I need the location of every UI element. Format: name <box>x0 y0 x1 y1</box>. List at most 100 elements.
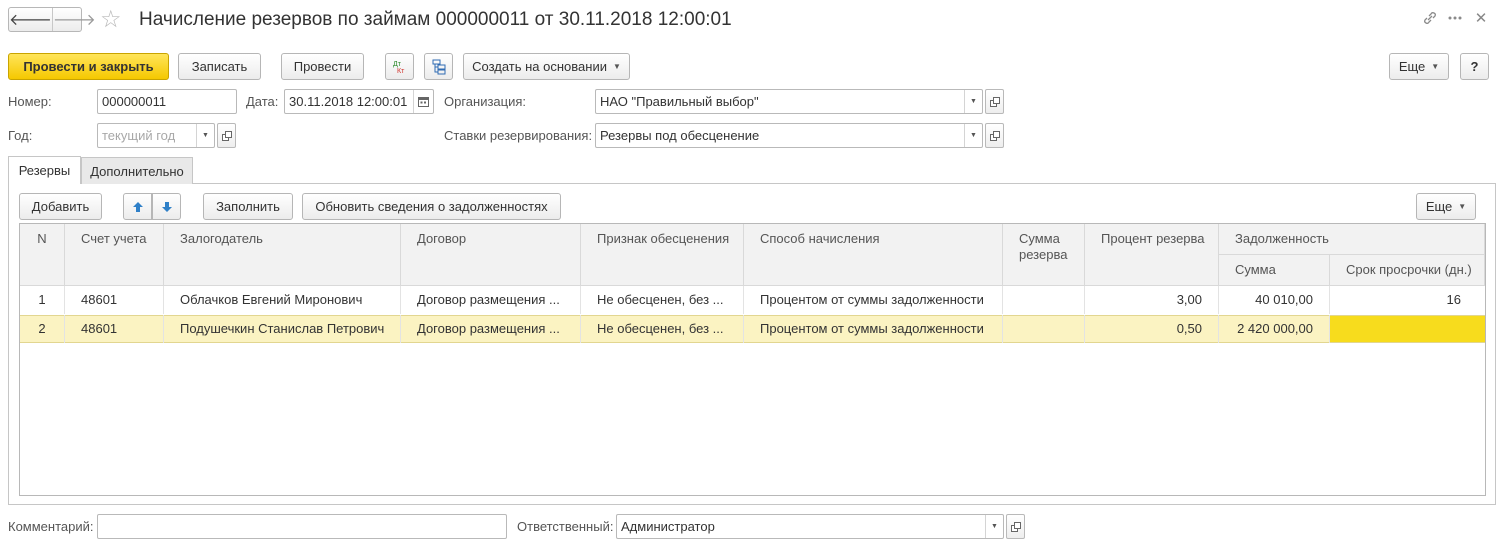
year-field[interactable]: текущий год ▼ <box>97 123 215 148</box>
chevron-down-icon[interactable]: ▼ <box>964 124 982 147</box>
chevron-down-icon[interactable]: ▼ <box>196 124 214 147</box>
more-dots-icon[interactable] <box>1445 8 1465 28</box>
table-more-label: Еще <box>1425 199 1453 214</box>
structure-button[interactable] <box>424 53 453 80</box>
rates-field[interactable]: Резервы под обесценение ▼ <box>595 123 983 148</box>
chevron-down-icon[interactable]: ▼ <box>985 515 1003 538</box>
header-debt[interactable]: Задолженность <box>1219 224 1485 255</box>
organization-field[interactable]: НАО "Правильный выбор" ▼ <box>595 89 983 114</box>
chevron-down-icon: ▼ <box>1458 202 1467 211</box>
header-contract[interactable]: Договор <box>401 224 581 286</box>
arrow-right-icon: 🡒 <box>52 12 96 29</box>
add-button[interactable]: Добавить <box>19 193 102 220</box>
open-organization-button[interactable] <box>985 89 1004 114</box>
open-icon <box>221 130 232 141</box>
cell-contract: Договор размещения ... <box>401 286 581 314</box>
number-field[interactable]: 000000011 <box>97 89 237 114</box>
open-icon <box>1010 521 1021 532</box>
chevron-down-icon: ▼ <box>1431 62 1440 71</box>
close-icon[interactable]: ✕ <box>1471 8 1491 28</box>
post-and-close-button[interactable]: Провести и закрыть <box>8 53 169 80</box>
update-debts-button[interactable]: Обновить сведения о задолженностях <box>302 193 561 220</box>
link-icon[interactable] <box>1420 8 1440 28</box>
cell-debt-sum: 2 420 000,00 <box>1219 315 1330 343</box>
header-method[interactable]: Способ начисления <box>744 224 1003 286</box>
header-reserve-pct[interactable]: Процент резерва <box>1085 224 1219 286</box>
comment-field[interactable] <box>97 514 507 539</box>
cell-overdue-active[interactable] <box>1330 316 1485 342</box>
cell-debt-sum: 40 010,00 <box>1219 286 1330 314</box>
header-debt-sum[interactable]: Сумма <box>1219 255 1330 286</box>
responsible-field[interactable]: Администратор ▼ <box>616 514 1004 539</box>
header-account[interactable]: Счет учета <box>65 224 164 286</box>
organization-value: НАО "Правильный выбор" <box>600 94 759 109</box>
arrow-left-icon: 🡐 <box>9 12 52 29</box>
cell-overdue: 16 <box>1446 292 1461 307</box>
cell-reserve-sum <box>1003 286 1085 314</box>
create-based-on-label: Создать на основании <box>472 59 607 74</box>
svg-text:Кт: Кт <box>397 68 405 75</box>
organization-label: Организация: <box>444 94 527 109</box>
structure-icon <box>432 59 445 74</box>
cell-pledger: Облачков Евгений Миронович <box>164 286 401 314</box>
open-year-button[interactable] <box>217 123 236 148</box>
responsible-value: Администратор <box>621 519 715 534</box>
tab-additional[interactable]: Дополнительно <box>81 157 193 184</box>
move-up-button[interactable] <box>123 193 152 220</box>
cell-contract: Договор размещения ... <box>401 315 581 343</box>
back-button[interactable]: 🡐 <box>9 8 52 31</box>
forward-button[interactable]: 🡒 <box>51 8 96 31</box>
reserves-table[interactable]: N Счет учета Залогодатель Договор Призна… <box>19 223 1486 496</box>
cell-account: 48601 <box>65 286 164 314</box>
chevron-down-icon: ▼ <box>612 62 621 71</box>
comment-label: Комментарий: <box>8 519 94 534</box>
cell-method: Процентом от суммы задолженности <box>744 286 1003 314</box>
post-button[interactable]: Провести <box>281 53 364 80</box>
open-icon <box>989 96 1000 107</box>
save-button[interactable]: Записать <box>178 53 261 80</box>
dt-kt-icon: ДтКт <box>393 61 405 75</box>
header-impairment[interactable]: Признак обесценения <box>581 224 744 286</box>
arrow-down-icon <box>161 201 172 212</box>
responsible-label: Ответственный: <box>517 519 614 534</box>
tab-reserves[interactable]: Резервы <box>8 156 81 184</box>
cell-impairment: Не обесценен, без ... <box>581 286 744 314</box>
cell-n: 1 <box>20 286 65 314</box>
fill-button[interactable]: Заполнить <box>203 193 293 220</box>
table-more-button[interactable]: Еще ▼ <box>1416 193 1476 220</box>
rates-label: Ставки резервирования: <box>444 128 593 143</box>
open-responsible-button[interactable] <box>1006 514 1025 539</box>
move-down-button[interactable] <box>152 193 181 220</box>
date-label: Дата: <box>246 94 279 109</box>
chevron-down-icon[interactable]: ▼ <box>964 90 982 113</box>
dt-kt-button[interactable]: Дт Кт <box>385 53 414 80</box>
date-field[interactable]: 30.11.2018 12:00:01 <box>284 89 434 114</box>
open-icon <box>989 130 1000 141</box>
open-rates-button[interactable] <box>985 123 1004 148</box>
calendar-icon[interactable] <box>413 90 433 113</box>
more-label: Еще <box>1398 59 1426 74</box>
star-icon[interactable]: ☆ <box>100 6 122 34</box>
number-label: Номер: <box>8 94 52 109</box>
header-overdue[interactable]: Срок просрочки (дн.) <box>1330 255 1485 286</box>
nav-buttons: 🡐 🡒 <box>8 7 96 32</box>
arrow-up-icon <box>132 201 143 212</box>
svg-text:Дт: Дт <box>393 61 402 68</box>
header-n[interactable]: N <box>20 224 65 286</box>
cell-account: 48601 <box>65 315 164 343</box>
cell-pledger: Подушечкин Станислав Петрович <box>164 315 401 343</box>
cell-impairment: Не обесценен, без ... <box>581 315 744 343</box>
window-title: Начисление резервов по займам 000000011 … <box>139 9 732 30</box>
cell-reserve-pct: 0,50 <box>1085 315 1219 343</box>
year-placeholder: текущий год <box>102 128 176 143</box>
header-reserve-sum[interactable]: Сумма резерва <box>1003 224 1085 286</box>
help-button[interactable]: ? <box>1460 53 1489 80</box>
number-value: 000000011 <box>102 94 167 109</box>
create-based-on-button[interactable]: Создать на основании ▼ <box>463 53 630 80</box>
cell-n: 2 <box>20 315 65 343</box>
cell-method: Процентом от суммы задолженности <box>744 315 1003 343</box>
cell-reserve-sum <box>1003 315 1085 343</box>
cell-reserve-pct: 3,00 <box>1085 286 1219 314</box>
header-pledger[interactable]: Залогодатель <box>164 224 401 286</box>
more-button[interactable]: Еще ▼ <box>1389 53 1449 80</box>
